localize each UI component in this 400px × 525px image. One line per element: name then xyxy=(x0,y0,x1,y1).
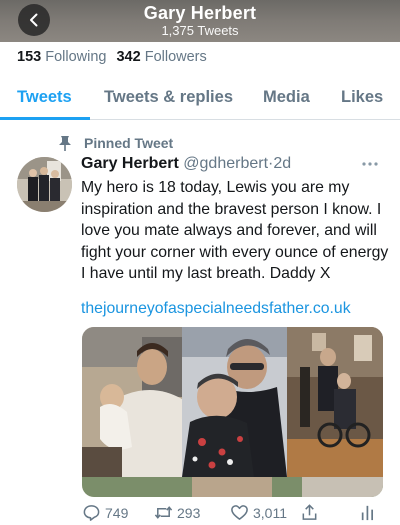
tab-tweets-replies[interactable]: Tweets & replies xyxy=(104,88,233,107)
photo-father-baby xyxy=(82,327,182,477)
pinned-indicator: Pinned Tweet xyxy=(58,134,173,152)
reply-count: 749 xyxy=(105,504,129,521)
tweet-text: My hero is 18 today, Lewis you are my in… xyxy=(81,179,389,282)
tweet-media[interactable] xyxy=(82,327,383,497)
profile-header: Gary Herbert 1,375 Tweets xyxy=(0,0,400,42)
followers-count: 342 xyxy=(116,49,141,65)
pinned-label: Pinned Tweet xyxy=(84,135,174,151)
following-link[interactable]: 153 Following xyxy=(17,49,106,65)
like-count: 3,011 xyxy=(253,504,287,521)
followers-link[interactable]: 342 Followers xyxy=(116,49,206,65)
analytics-icon xyxy=(361,505,374,521)
photo-wheelchair xyxy=(287,327,383,477)
header-tweet-count: 1,375 Tweets xyxy=(161,23,239,38)
tweet-actions: 749 293 3,011 xyxy=(82,503,382,525)
like-button[interactable]: 3,011 xyxy=(230,503,287,522)
reply-icon xyxy=(83,505,100,521)
like-icon xyxy=(231,505,248,520)
tab-likes[interactable]: Likes xyxy=(341,88,383,107)
retweet-icon xyxy=(154,506,173,519)
analytics-button[interactable] xyxy=(358,503,381,522)
retweet-count: 293 xyxy=(177,504,201,521)
photo-collage xyxy=(82,327,383,497)
share-button[interactable] xyxy=(300,503,323,522)
following-label: Following xyxy=(45,49,107,65)
retweet-button[interactable]: 293 xyxy=(154,503,200,522)
more-options-icon[interactable] xyxy=(360,160,380,168)
tweet-link[interactable]: thejourneyofaspecialneedsfather.co.uk xyxy=(81,300,351,318)
share-icon xyxy=(302,504,317,520)
avatar[interactable] xyxy=(17,157,72,212)
pin-icon xyxy=(59,136,71,151)
follow-stats: 153 Following 342 Followers xyxy=(17,49,207,65)
tab-tweets[interactable]: Tweets xyxy=(17,88,72,107)
profile-tabs: Tweets Tweets & replies Media Likes xyxy=(0,80,400,120)
tweet-time[interactable]: 2d xyxy=(273,155,291,172)
reply-button[interactable]: 749 xyxy=(82,503,128,522)
tweet-header: Gary Herbert @gdherbert·2d xyxy=(81,155,291,173)
tab-media[interactable]: Media xyxy=(263,88,310,107)
author-handle[interactable]: @gdherbert xyxy=(183,155,268,172)
following-count: 153 xyxy=(17,49,42,65)
author-name[interactable]: Gary Herbert xyxy=(81,155,179,172)
active-tab-indicator xyxy=(0,117,90,120)
photo-man-son xyxy=(182,327,287,477)
followers-label: Followers xyxy=(144,49,207,65)
avatar-photo xyxy=(17,157,72,212)
header-title: Gary Herbert xyxy=(143,3,257,23)
